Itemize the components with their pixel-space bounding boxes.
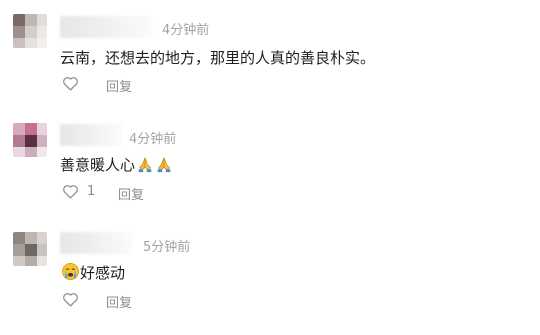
reply-button[interactable]: 回复 bbox=[106, 76, 132, 95]
avatar[interactable] bbox=[13, 14, 47, 48]
comment-time: 4分钟前 bbox=[129, 132, 177, 147]
heart-icon bbox=[62, 184, 79, 199]
comment-text-wrap: 善意暖人心 bbox=[60, 154, 173, 177]
comment-text: 好感动 bbox=[80, 264, 126, 282]
folded-hands-icon bbox=[155, 155, 173, 177]
folded-hands-icon bbox=[136, 155, 154, 177]
like-count: 1 bbox=[87, 184, 96, 199]
comment-item: 5分钟前 好感动 回复 bbox=[0, 218, 540, 335]
comment-text-wrap: 好感动 bbox=[60, 262, 125, 285]
reply-button[interactable]: 回复 bbox=[118, 184, 144, 203]
heart-icon bbox=[62, 76, 79, 91]
comment-time: 5分钟前 bbox=[143, 240, 191, 255]
username-blurred[interactable] bbox=[60, 232, 132, 254]
avatar[interactable] bbox=[13, 123, 47, 157]
crying-face-icon bbox=[61, 262, 80, 285]
username-blurred[interactable] bbox=[60, 124, 122, 146]
heart-icon bbox=[62, 292, 79, 307]
reply-button[interactable]: 回复 bbox=[106, 292, 132, 311]
comment-item: 4分钟前 善意暖人心 1 回复 bbox=[0, 108, 540, 218]
avatar[interactable] bbox=[13, 232, 47, 266]
like-button[interactable] bbox=[62, 76, 87, 91]
comment-time: 4分钟前 bbox=[162, 23, 210, 38]
comment-item: 4分钟前 云南，还想去的地方，那里的人真的善良朴实。 回复 bbox=[0, 0, 540, 108]
username-blurred[interactable] bbox=[60, 16, 152, 38]
comment-text: 云南，还想去的地方，那里的人真的善良朴实。 bbox=[60, 49, 376, 67]
comment-text: 善意暖人心 bbox=[60, 156, 136, 174]
like-button[interactable]: 1 bbox=[62, 184, 95, 199]
like-button[interactable] bbox=[62, 292, 87, 307]
